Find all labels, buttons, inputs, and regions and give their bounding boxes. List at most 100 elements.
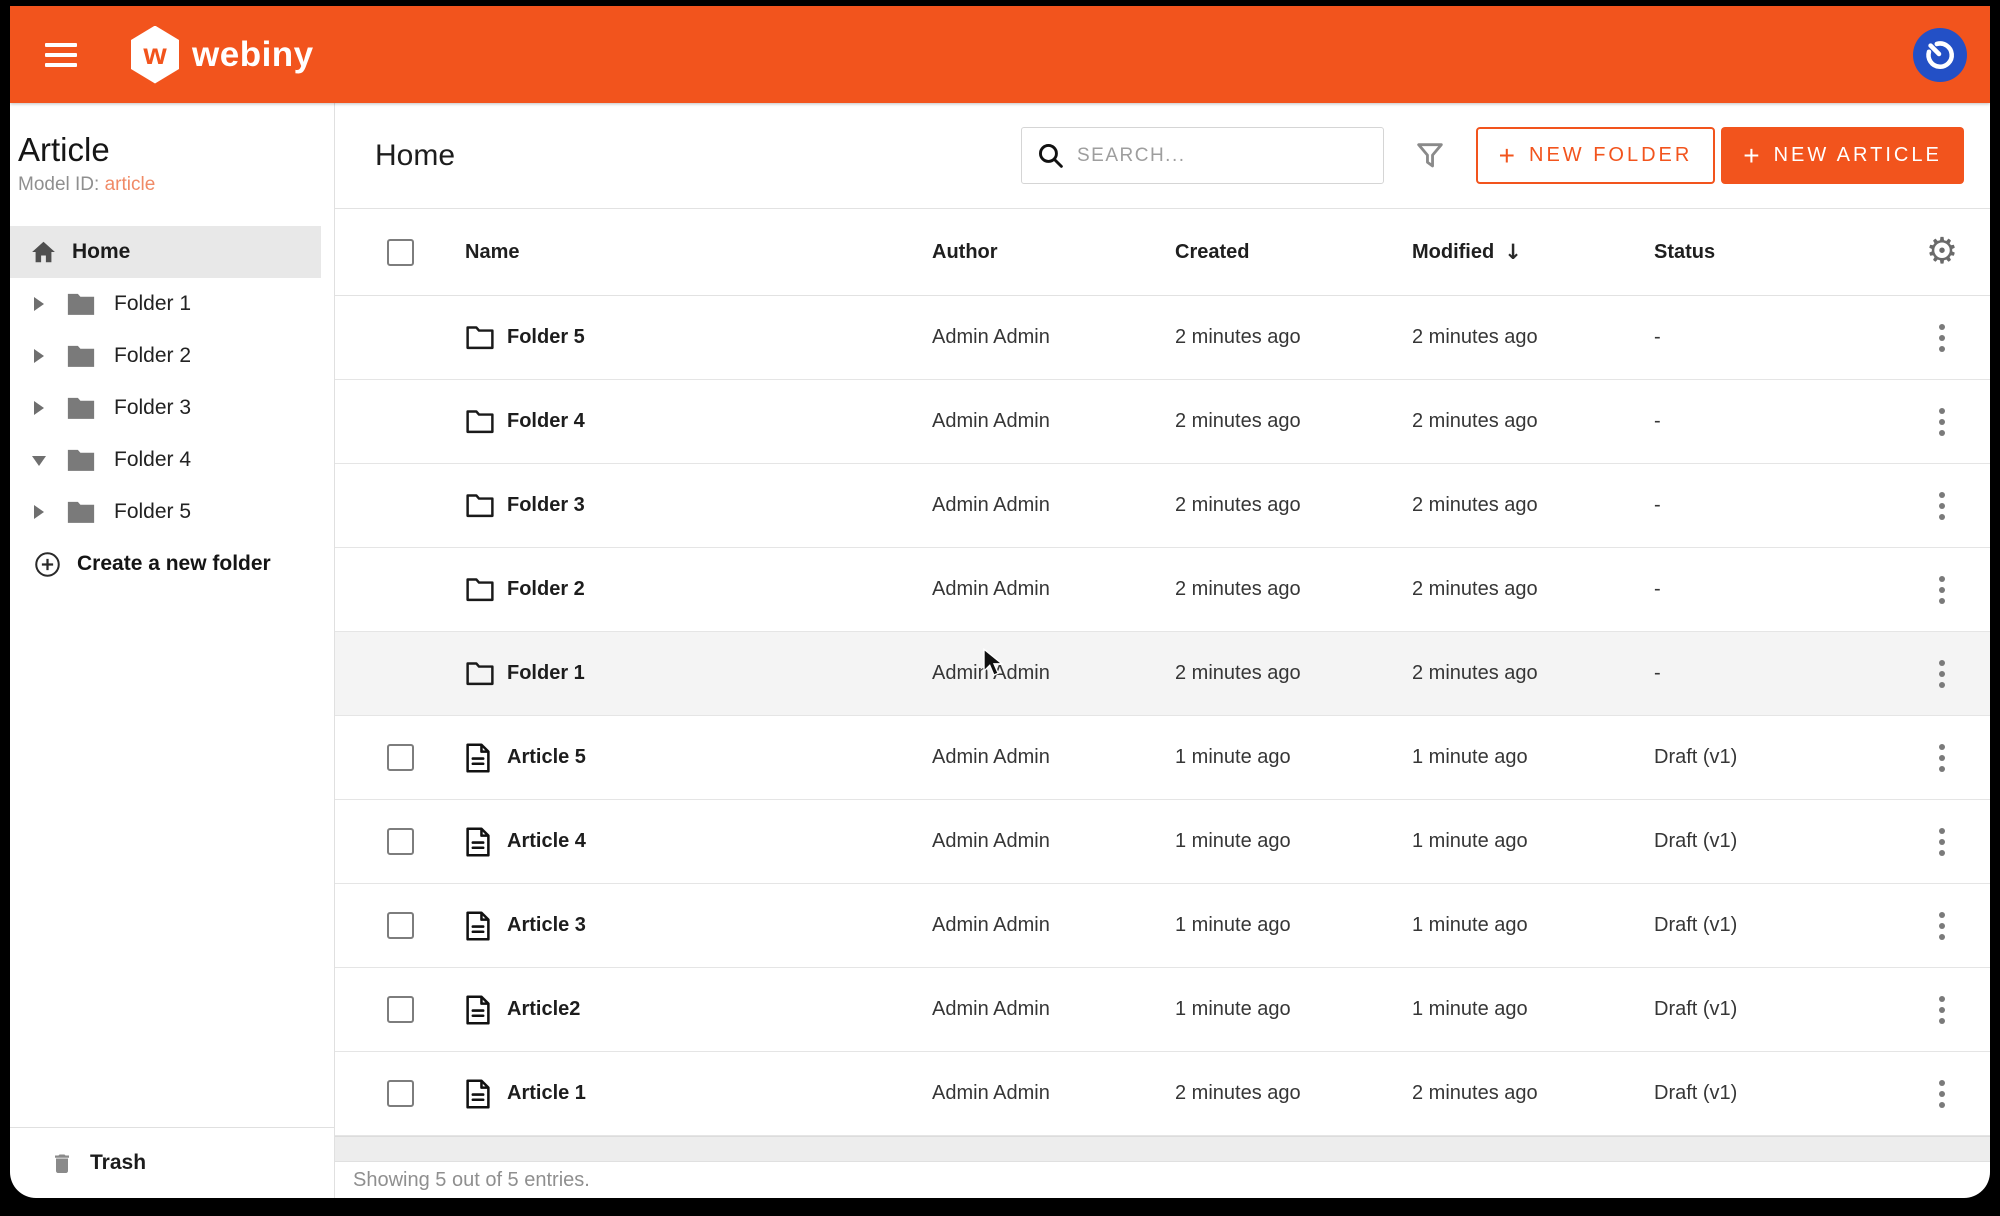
table-footer: Showing 5 out of 5 entries. — [335, 1162, 1990, 1198]
row-status: - — [1654, 410, 1895, 433]
kebab-menu-icon[interactable] — [1929, 906, 1955, 946]
row-author: Admin Admin — [932, 578, 1175, 601]
row-created: 2 minutes ago — [1175, 410, 1412, 433]
chevron-icon[interactable] — [32, 401, 46, 415]
column-header-status[interactable]: Status — [1654, 241, 1895, 264]
gravatar-icon — [1916, 30, 1964, 78]
column-header-modified[interactable]: Modified ↓ — [1412, 240, 1654, 264]
row-name[interactable]: Article 1 — [507, 1082, 586, 1105]
row-name[interactable]: Folder 1 — [507, 662, 585, 685]
folder-icon — [66, 344, 96, 369]
home-icon — [30, 239, 57, 265]
kebab-menu-icon[interactable] — [1929, 570, 1955, 610]
row-created: 1 minute ago — [1175, 998, 1412, 1021]
new-article-button[interactable]: + NEW ARTICLE — [1721, 127, 1964, 184]
select-all-checkbox[interactable] — [387, 239, 414, 266]
row-name[interactable]: Folder 4 — [507, 410, 585, 433]
table-row[interactable]: Article 3 Admin Admin 1 minute ago 1 min… — [335, 884, 1990, 968]
row-modified: 2 minutes ago — [1412, 326, 1654, 349]
row-status: - — [1654, 662, 1895, 685]
row-author: Admin Admin — [932, 662, 1175, 685]
table-settings-gear-icon[interactable]: ⚙ — [1895, 234, 1989, 270]
new-folder-button[interactable]: + NEW FOLDER — [1476, 127, 1715, 184]
row-modified: 1 minute ago — [1412, 830, 1654, 853]
chevron-icon[interactable] — [32, 349, 46, 363]
row-created: 1 minute ago — [1175, 914, 1412, 937]
table-row[interactable]: Article 4 Admin Admin 1 minute ago 1 min… — [335, 800, 1990, 884]
kebab-menu-icon[interactable] — [1929, 486, 1955, 526]
column-header-created[interactable]: Created — [1175, 241, 1412, 264]
row-name[interactable]: Folder 3 — [507, 494, 585, 517]
row-author: Admin Admin — [932, 1082, 1175, 1105]
row-name[interactable]: Article 3 — [507, 914, 586, 937]
main-area: Home + NEW FOLDER — [335, 103, 1990, 1198]
model-id: Model ID: article — [18, 174, 324, 196]
row-author: Admin Admin — [932, 830, 1175, 853]
row-created: 2 minutes ago — [1175, 494, 1412, 517]
row-name[interactable]: Article 4 — [507, 830, 586, 853]
filter-button[interactable] — [1412, 138, 1448, 174]
sidebar-folder-item[interactable]: Folder 3 — [10, 382, 321, 434]
row-checkbox[interactable] — [387, 1080, 414, 1107]
folder-icon — [66, 396, 96, 421]
kebab-menu-icon[interactable] — [1929, 318, 1955, 358]
sidebar-folder-item[interactable]: Folder 2 — [10, 330, 321, 382]
row-checkbox[interactable] — [387, 996, 414, 1023]
row-author: Admin Admin — [932, 494, 1175, 517]
sidebar-folder-item[interactable]: Folder 4 — [10, 434, 321, 486]
row-created: 1 minute ago — [1175, 746, 1412, 769]
row-created: 2 minutes ago — [1175, 1082, 1412, 1105]
sidebar: Article Model ID: article Home — [10, 103, 335, 1198]
sidebar-item-trash[interactable]: Trash — [10, 1127, 334, 1198]
column-header-name[interactable]: Name — [465, 241, 932, 264]
document-icon — [465, 743, 491, 773]
table-row[interactable]: Folder 4 Admin Admin 2 minutes ago 2 min… — [335, 380, 1990, 464]
row-name[interactable]: Folder 5 — [507, 326, 585, 349]
table-end-strip — [335, 1136, 1990, 1162]
folder-icon — [66, 448, 96, 473]
kebab-menu-icon[interactable] — [1929, 402, 1955, 442]
table-row[interactable]: Article2 Admin Admin 1 minute ago 1 minu… — [335, 968, 1990, 1052]
row-created: 2 minutes ago — [1175, 578, 1412, 601]
sidebar-item-home[interactable]: Home — [10, 226, 321, 278]
table-row[interactable]: Article 5 Admin Admin 1 minute ago 1 min… — [335, 716, 1990, 800]
sidebar-folder-item[interactable]: Folder 5 — [10, 486, 321, 538]
row-checkbox[interactable] — [387, 912, 414, 939]
chevron-icon[interactable] — [32, 297, 46, 311]
table-row[interactable]: Article 1 Admin Admin 2 minutes ago 2 mi… — [335, 1052, 1990, 1136]
kebab-menu-icon[interactable] — [1929, 822, 1955, 862]
chevron-icon[interactable] — [32, 453, 46, 467]
table-row[interactable]: Folder 3 Admin Admin 2 minutes ago 2 min… — [335, 464, 1990, 548]
table-row[interactable]: Folder 5 Admin Admin 2 minutes ago 2 min… — [335, 296, 1990, 380]
breadcrumb-home: Home — [375, 139, 455, 173]
sidebar-folder-item[interactable]: Folder 1 — [10, 278, 321, 330]
table-body: Folder 5 Admin Admin 2 minutes ago 2 min… — [335, 296, 1990, 1136]
row-name[interactable]: Article2 — [507, 998, 580, 1021]
kebab-menu-icon[interactable] — [1929, 990, 1955, 1030]
user-avatar[interactable] — [1913, 28, 1967, 82]
webiny-logo-icon[interactable]: w — [131, 26, 179, 84]
folder-icon — [66, 292, 96, 317]
row-status: - — [1654, 578, 1895, 601]
search-input[interactable] — [1077, 145, 1371, 167]
kebab-menu-icon[interactable] — [1929, 654, 1955, 694]
plus-icon: + — [1743, 142, 1759, 170]
search-box[interactable] — [1021, 127, 1384, 184]
folder-tree: Folder 1 Folder 2 Folder 3 Folder 4 — [10, 278, 334, 538]
kebab-menu-icon[interactable] — [1929, 738, 1955, 778]
hamburger-menu-icon[interactable] — [45, 43, 77, 67]
row-status: - — [1654, 494, 1895, 517]
row-checkbox[interactable] — [387, 744, 414, 771]
chevron-icon[interactable] — [32, 505, 46, 519]
model-title: Article — [18, 129, 324, 171]
row-checkbox[interactable] — [387, 828, 414, 855]
document-icon — [465, 827, 491, 857]
kebab-menu-icon[interactable] — [1929, 1074, 1955, 1114]
table-row[interactable]: Folder 1 Admin Admin 2 minutes ago 2 min… — [335, 632, 1990, 716]
row-name[interactable]: Folder 2 — [507, 578, 585, 601]
create-folder-button[interactable]: Create a new folder — [10, 538, 321, 590]
row-name[interactable]: Article 5 — [507, 746, 586, 769]
table-row[interactable]: Folder 2 Admin Admin 2 minutes ago 2 min… — [335, 548, 1990, 632]
column-header-author[interactable]: Author — [932, 241, 1175, 264]
row-modified: 2 minutes ago — [1412, 578, 1654, 601]
